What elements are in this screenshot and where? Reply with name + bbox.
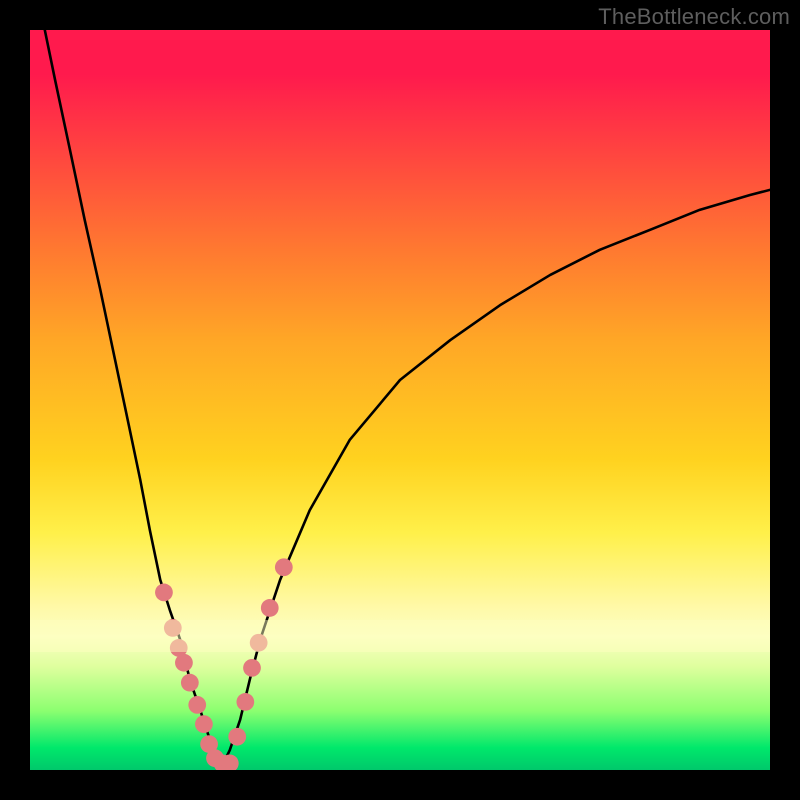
marker-dot	[188, 696, 206, 714]
plot-area	[30, 30, 770, 770]
marker-dot	[181, 674, 199, 692]
markers-group	[155, 558, 293, 770]
highlight-band	[30, 620, 770, 652]
marker-dot	[155, 584, 173, 602]
watermark-text: TheBottleneck.com	[598, 4, 790, 30]
chart-frame: TheBottleneck.com	[0, 0, 800, 800]
marker-dot	[261, 599, 279, 617]
marker-dot	[175, 654, 193, 672]
marker-dot	[228, 728, 246, 746]
marker-dot	[195, 715, 213, 733]
curves-group	[45, 30, 770, 770]
series-right-curve	[220, 190, 770, 770]
chart-svg	[30, 30, 770, 770]
marker-dot	[236, 693, 254, 711]
marker-dot	[243, 659, 261, 677]
marker-dot	[275, 558, 293, 576]
series-left-curve	[45, 30, 220, 770]
